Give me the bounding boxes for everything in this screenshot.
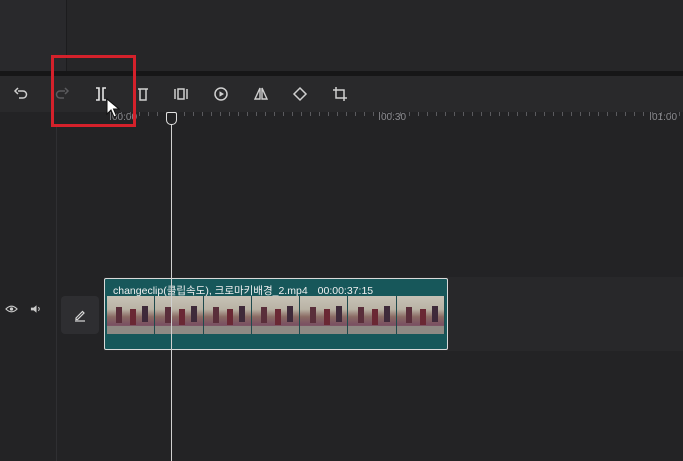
ruler-tick	[247, 112, 248, 116]
ruler-tick	[652, 112, 653, 116]
ruler-tick	[544, 112, 545, 116]
ruler-tick	[499, 112, 500, 116]
ruler-tick	[418, 112, 419, 116]
edit-track-button[interactable]	[61, 296, 99, 334]
delete-icon	[138, 88, 148, 101]
ruler-tick	[373, 112, 374, 116]
ruler-tick	[472, 112, 473, 116]
ruler-tick	[310, 112, 311, 116]
ruler-tick	[661, 112, 662, 116]
highlight-box	[51, 55, 136, 127]
freeze-icon	[174, 88, 188, 100]
ruler-tick	[679, 112, 680, 116]
crop-button[interactable]	[328, 82, 352, 106]
eye-icon[interactable]	[5, 304, 18, 317]
clip-thumbnails	[107, 296, 445, 334]
ruler-tick	[562, 112, 563, 116]
ruler-label: 00:30	[381, 112, 407, 123]
thumbnail-frame	[396, 296, 445, 334]
ruler-tick	[436, 112, 437, 116]
ruler-tick	[634, 112, 635, 116]
ruler-tick	[481, 112, 482, 116]
playhead-handle[interactable]	[166, 112, 177, 125]
ruler-tick	[193, 112, 194, 116]
thumbnail-frame	[251, 296, 301, 334]
ruler-tick	[139, 112, 140, 116]
freeze-frame-button[interactable]	[169, 82, 193, 106]
ruler-tick	[490, 112, 491, 116]
ruler-tick	[220, 112, 221, 116]
pencil-icon	[75, 310, 85, 322]
ruler-tick	[589, 112, 590, 116]
ruler-tick	[463, 112, 464, 116]
rotate-icon	[292, 86, 308, 102]
ruler-tick	[400, 112, 401, 116]
ruler-tick	[391, 112, 392, 116]
ruler-tick	[256, 112, 257, 116]
thumbnail-frame	[300, 296, 349, 334]
ruler-tick	[643, 112, 644, 116]
ruler-tick	[346, 112, 347, 116]
mirror-icon	[253, 87, 269, 100]
ruler-tick	[571, 112, 572, 116]
ruler-tick	[427, 112, 428, 116]
ruler-tick	[202, 112, 203, 116]
speaker-icon[interactable]	[30, 304, 43, 317]
ruler-tick	[337, 112, 338, 116]
ruler-tick	[535, 112, 536, 116]
crop-icon	[333, 87, 347, 101]
track-header-column	[0, 126, 57, 461]
ruler-major-tick	[379, 112, 380, 120]
ruler-tick	[265, 112, 266, 116]
mouse-cursor-icon	[106, 98, 120, 118]
ruler-tick	[526, 112, 527, 116]
ruler-tick	[670, 112, 671, 116]
ruler-tick	[238, 112, 239, 116]
speed-button[interactable]	[209, 82, 233, 106]
ruler-tick	[409, 112, 410, 116]
ruler-tick	[319, 112, 320, 116]
rotate-button[interactable]	[288, 82, 312, 106]
ruler-tick	[580, 112, 581, 116]
ruler-major-tick	[650, 112, 651, 120]
thumbnail-frame	[348, 296, 397, 334]
ruler-tick	[148, 112, 149, 116]
thumbnail-frame	[155, 296, 204, 334]
ruler-tick	[607, 112, 608, 116]
ruler-tick	[454, 112, 455, 116]
ruler-tick	[517, 112, 518, 116]
undo-icon	[13, 87, 28, 99]
undo-button[interactable]	[9, 82, 33, 106]
speed-icon	[214, 87, 228, 101]
ruler-tick	[355, 112, 356, 116]
ruler-tick	[364, 112, 365, 116]
ruler-tick	[301, 112, 302, 116]
ruler-label: 01:00	[652, 112, 678, 123]
ruler-tick	[292, 112, 293, 116]
preview-panel	[67, 0, 683, 71]
thumbnail-frame	[107, 296, 156, 334]
ruler-tick	[616, 112, 617, 116]
ruler-tick	[445, 112, 446, 116]
ruler-tick	[382, 112, 383, 116]
ruler-tick	[625, 112, 626, 116]
ruler-tick	[184, 112, 185, 116]
ruler-tick	[283, 112, 284, 116]
video-clip[interactable]: changeclip(클립속도), 크로마키배경_2.mp4 00:00:37:1…	[104, 278, 448, 350]
ruler-tick	[274, 112, 275, 116]
ruler-tick	[211, 112, 212, 116]
ruler-tick	[229, 112, 230, 116]
ruler-tick	[553, 112, 554, 116]
ruler-tick	[508, 112, 509, 116]
mirror-button[interactable]	[249, 82, 273, 106]
thumbnail-frame	[203, 296, 252, 334]
ruler-tick	[157, 112, 158, 116]
ruler-tick	[328, 112, 329, 116]
playhead-line[interactable]	[171, 120, 172, 461]
ruler-tick	[598, 112, 599, 116]
